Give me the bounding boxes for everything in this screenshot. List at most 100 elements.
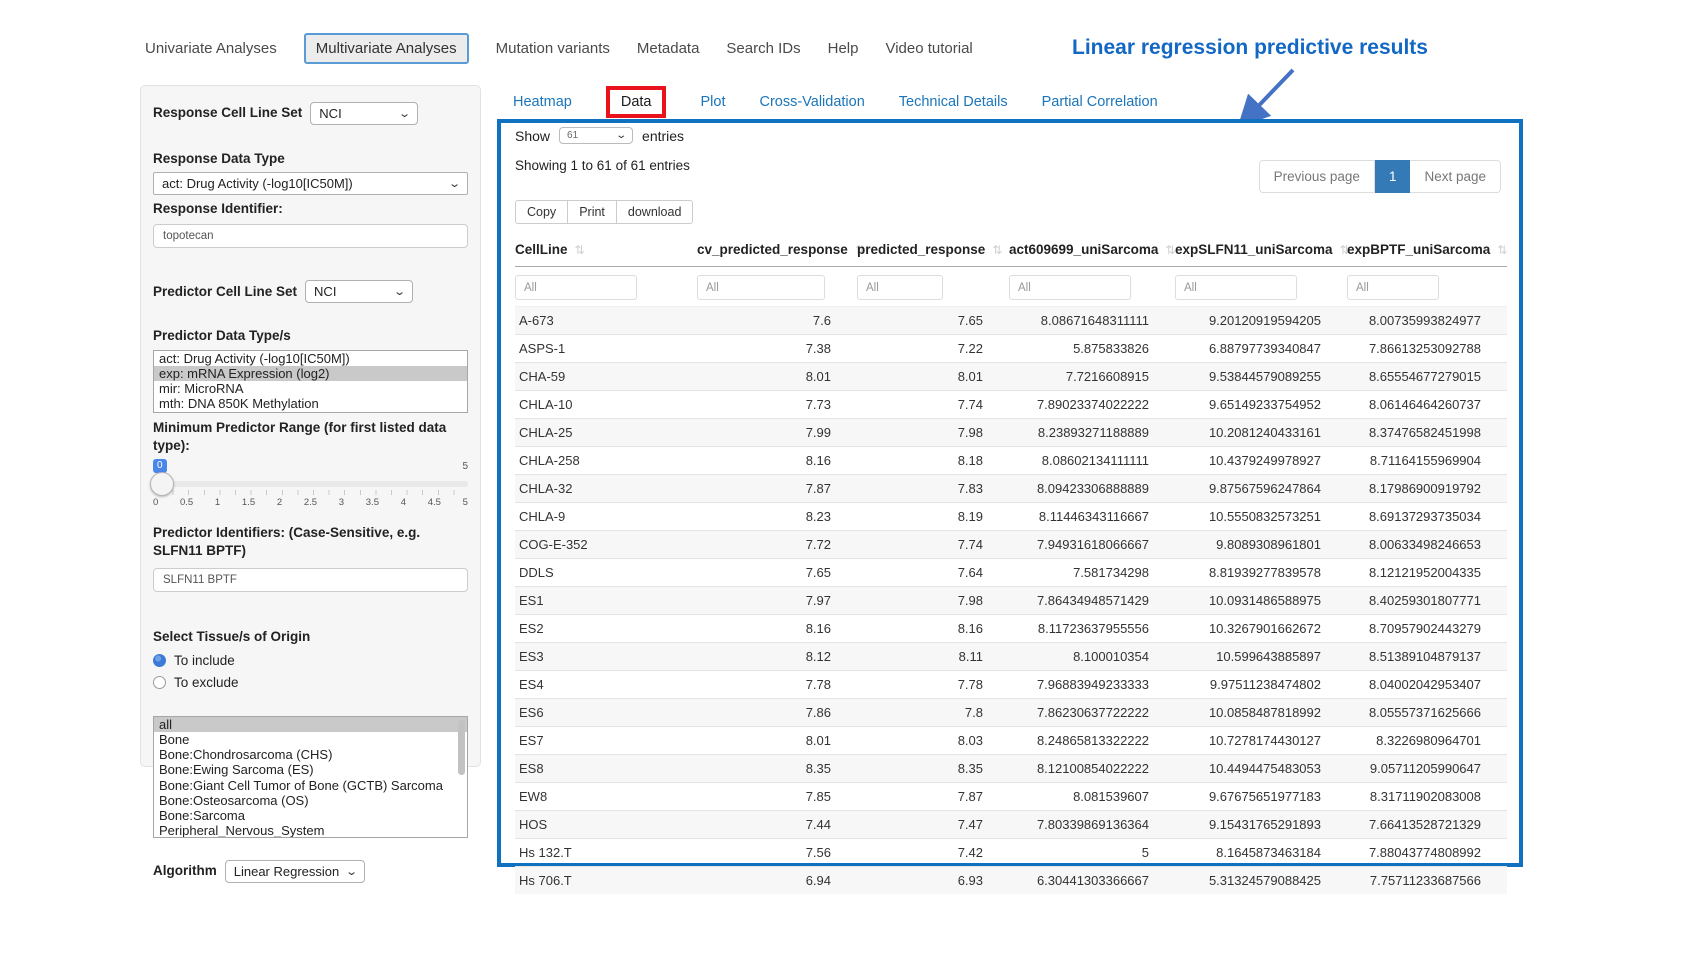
cell-line-cell: CHLA-10 [515, 391, 697, 419]
predictor-cell-line-set-label: Predictor Cell Line Set [153, 283, 297, 301]
listbox-scrollbar[interactable] [458, 720, 465, 775]
tissue-option-peripheral-nervous-system[interactable]: Peripheral_Nervous_System [154, 823, 467, 838]
data-type-option-mir[interactable]: mir: MicroRNA [154, 381, 467, 396]
radio-label: To include [174, 653, 235, 668]
cell-line-cell: ASPS-1 [515, 335, 697, 363]
value-cell: 10.5550832573251 [1175, 503, 1347, 531]
tissue-option-bone-ewing-sarcoma-es[interactable]: Bone:Ewing Sarcoma (ES) [154, 762, 467, 777]
response-data-type-label: Response Data Type [153, 150, 468, 168]
value-cell: 8.08602134111111 [1009, 447, 1175, 475]
data-type-option-exp[interactable]: exp: mRNA Expression (log2) [154, 366, 467, 381]
value-cell: 7.56 [697, 839, 857, 867]
chevron-down-icon: ⌄ [398, 107, 411, 120]
cell-line-cell: Hs 132.T [515, 839, 697, 867]
filter-input-expbptf-unisarcoma[interactable] [1347, 275, 1439, 300]
column-header-expslfn11-unisarcoma[interactable]: expSLFN11_uniSarcoma⇅ [1175, 237, 1347, 267]
response-identifier-label: Response Identifier: [153, 200, 468, 218]
tissue-option-bone[interactable]: Bone [154, 732, 467, 747]
response-data-type-select[interactable]: act: Drug Activity (-log10[IC50M]) ⌄ [153, 172, 468, 195]
radio-icon [153, 654, 166, 667]
tab-heatmap[interactable]: Heatmap [513, 94, 572, 110]
filter-cell [697, 267, 857, 307]
copy-button[interactable]: Copy [515, 200, 568, 224]
nav-item-search-ids[interactable]: Search IDs [726, 34, 800, 63]
nav-item-video-tutorial[interactable]: Video tutorial [885, 34, 972, 63]
predictor-identifiers-input[interactable]: SLFN11 BPTF [153, 568, 468, 592]
data-type-option-mth[interactable]: mth: DNA 850K Methylation [154, 396, 467, 411]
column-header-cv-predicted-response[interactable]: cv_predicted_response⇅ [697, 237, 857, 267]
filter-input-expslfn11-unisarcoma[interactable] [1175, 275, 1297, 300]
tab-data[interactable]: Data [606, 86, 667, 118]
tissue-radio-to-exclude[interactable]: To exclude [153, 675, 468, 690]
value-cell: 8.05557371625666 [1347, 699, 1507, 727]
tab-plot[interactable]: Plot [700, 94, 725, 110]
value-cell: 10.4379249978927 [1175, 447, 1347, 475]
nav-item-mutation-variants[interactable]: Mutation variants [496, 34, 610, 63]
value-cell: 7.86230637722222 [1009, 699, 1175, 727]
cell-line-cell: ES4 [515, 671, 697, 699]
nav-item-help[interactable]: Help [828, 34, 859, 63]
tissue-option-bone-chondrosarcoma-chs[interactable]: Bone:Chondrosarcoma (CHS) [154, 747, 467, 762]
nav-item-univariate-analyses[interactable]: Univariate Analyses [145, 34, 277, 63]
response-cell-line-set-select[interactable]: NCI ⌄ [310, 102, 418, 125]
value-cell: 7.44 [697, 811, 857, 839]
column-header-expbptf-unisarcoma[interactable]: expBPTF_uniSarcoma⇅ [1347, 237, 1507, 267]
column-header-label: CellLine [515, 242, 568, 257]
predictor-cell-line-set-select[interactable]: NCI ⌄ [305, 280, 413, 303]
value-cell: 8.71164155969904 [1347, 447, 1507, 475]
filter-input-act609699-unisarcoma[interactable] [1009, 275, 1131, 300]
value-cell: 8.11446343116667 [1009, 503, 1175, 531]
value-cell: 8.04002042953407 [1347, 671, 1507, 699]
table-row: Hs 132.T7.567.4258.16458734631847.880437… [515, 839, 1507, 867]
tab-technical-details[interactable]: Technical Details [899, 94, 1008, 110]
value-cell: 7.581734298 [1009, 559, 1175, 587]
tissue-radios: To include To exclude [153, 653, 468, 690]
chevron-down-icon: ⌄ [448, 177, 461, 190]
column-header-act609699-unisarcoma[interactable]: act609699_uniSarcoma⇅ [1009, 237, 1175, 267]
table-row: ES88.358.358.1210085402222210.4494475483… [515, 755, 1507, 783]
value-cell: 6.93 [857, 867, 1009, 895]
algorithm-select[interactable]: Linear Regression ⌄ [225, 860, 366, 883]
column-header-cellline[interactable]: CellLine⇅ [515, 237, 697, 267]
tissue-radio-to-include[interactable]: To include [153, 653, 468, 668]
min-predictor-range-label: Minimum Predictor Range (for first liste… [153, 419, 463, 455]
value-cell: 5.875833826 [1009, 335, 1175, 363]
filter-input-predicted-response[interactable] [857, 275, 943, 300]
value-cell: 8.12100854022222 [1009, 755, 1175, 783]
slider-tick-label: 4 [401, 497, 406, 508]
nav-item-multivariate-analyses[interactable]: Multivariate Analyses [304, 33, 469, 64]
column-header-label: expSLFN11_uniSarcoma [1175, 242, 1333, 257]
page-length-select[interactable]: 61 ⌄ [559, 127, 633, 144]
value-cell: 9.87567596247864 [1175, 475, 1347, 503]
radio-label: To exclude [174, 675, 239, 690]
value-cell: 9.05711205990647 [1347, 755, 1507, 783]
value-cell: 7.88043774808992 [1347, 839, 1507, 867]
slider-minor-ticks [157, 490, 466, 495]
slider-handle[interactable] [150, 472, 174, 496]
filter-input-cellline[interactable] [515, 275, 637, 300]
print-button[interactable]: Print [567, 200, 617, 224]
download-button[interactable]: download [616, 200, 694, 224]
cell-line-cell: Hs 706.T [515, 867, 697, 895]
value-cell: 7.42 [857, 839, 1009, 867]
sort-icon: ⇅ [992, 243, 1002, 257]
previous-page-button[interactable]: Previous page [1259, 160, 1375, 193]
value-cell: 7.75711233687566 [1347, 867, 1507, 895]
tab-cross-validation[interactable]: Cross-Validation [759, 94, 864, 110]
next-page-button[interactable]: Next page [1410, 160, 1501, 193]
column-header-predicted-response[interactable]: predicted_response⇅ [857, 237, 1009, 267]
slider-track[interactable] [153, 481, 468, 487]
filter-input-cv-predicted-response[interactable] [697, 275, 825, 300]
value-cell: 7.8 [857, 699, 1009, 727]
page-number-button[interactable]: 1 [1375, 160, 1411, 193]
tissue-option-bone-sarcoma[interactable]: Bone:Sarcoma [154, 808, 467, 823]
value-cell: 7.98 [857, 587, 1009, 615]
response-identifier-input[interactable]: topotecan [153, 224, 468, 248]
tab-partial-correlation[interactable]: Partial Correlation [1042, 94, 1158, 110]
tissue-option-bone-giant-cell-tumor-of-bone-gctb-sarcoma[interactable]: Bone:Giant Cell Tumor of Bone (GCTB) Sar… [154, 778, 467, 793]
data-type-option-act[interactable]: act: Drug Activity (-log10[IC50M]) [154, 351, 467, 366]
value-cell: 9.8089308961801 [1175, 531, 1347, 559]
tissue-option-all[interactable]: all [154, 717, 467, 732]
tissue-option-bone-osteosarcoma-os[interactable]: Bone:Osteosarcoma (OS) [154, 793, 467, 808]
nav-item-metadata[interactable]: Metadata [637, 34, 700, 63]
